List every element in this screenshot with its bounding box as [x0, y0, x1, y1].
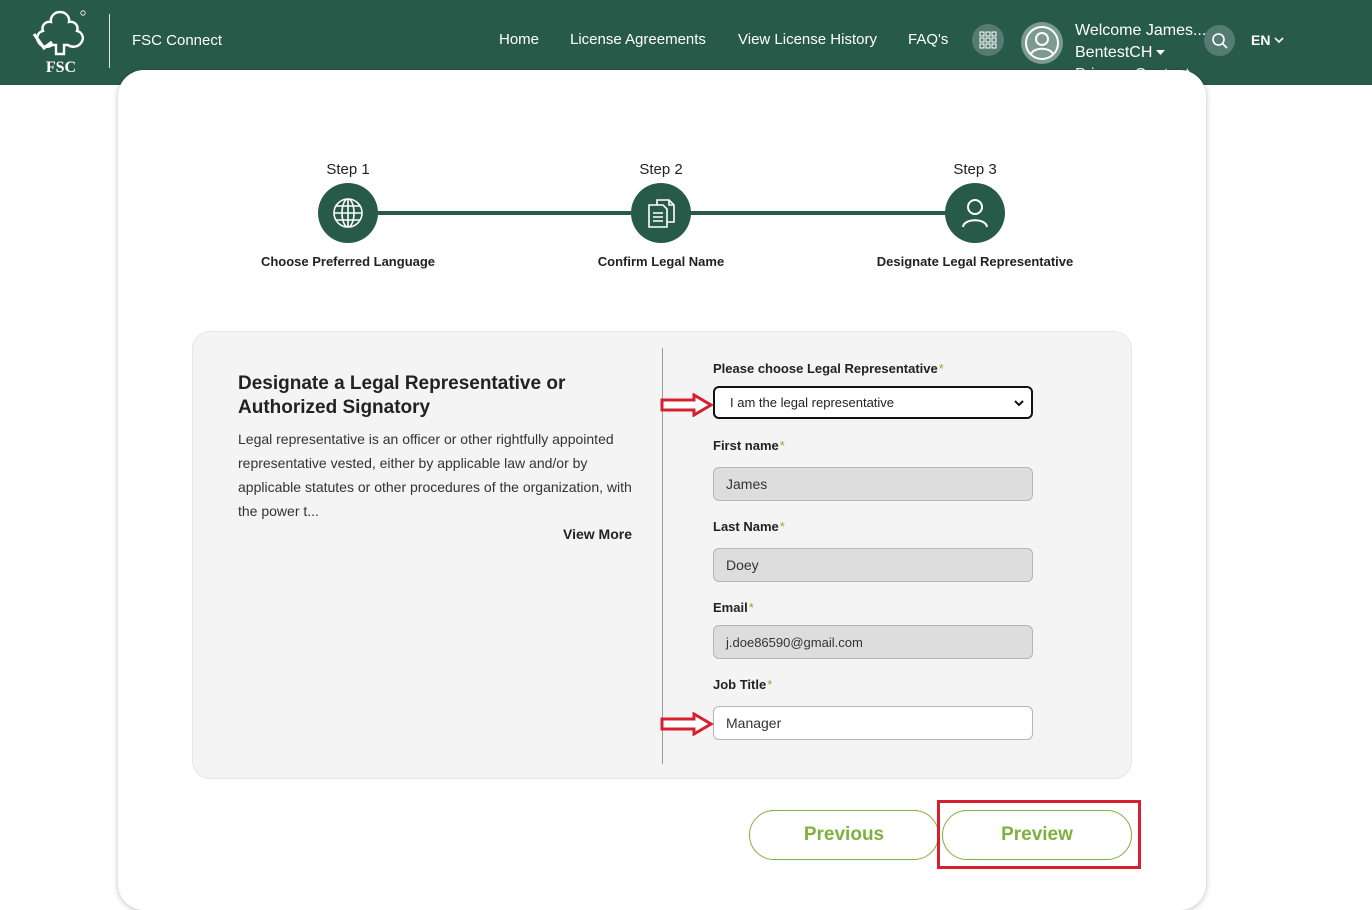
chevron-down-icon — [1014, 400, 1024, 407]
app-title[interactable]: FSC Connect — [132, 32, 222, 49]
step-1-circle[interactable] — [318, 183, 378, 243]
user-org-dropdown[interactable]: BentestCH — [1075, 44, 1166, 62]
first-name-field[interactable]: James — [713, 467, 1033, 501]
email-label: Email* — [713, 600, 754, 615]
legal-rep-value: I am the legal representative — [730, 395, 895, 410]
step-3-title: Designate Legal Representative — [876, 254, 1074, 269]
legal-rep-label: Please choose Legal Representative* — [713, 361, 944, 376]
caret-down-icon — [1156, 50, 1166, 55]
required-marker: * — [779, 438, 785, 453]
previous-button[interactable]: Previous — [749, 810, 939, 860]
language-selector[interactable]: EN — [1251, 32, 1285, 48]
document-icon — [648, 199, 675, 228]
search-button[interactable] — [1204, 25, 1235, 56]
job-title-label: Job Title* — [713, 677, 773, 692]
language-code: EN — [1251, 32, 1271, 48]
search-icon — [1211, 32, 1228, 49]
step-2-circle[interactable] — [631, 183, 691, 243]
annotation-arrow-icon — [660, 712, 714, 736]
fsc-logo[interactable]: FSC — [30, 8, 92, 76]
fsc-logo-text: FSC — [46, 59, 76, 74]
first-name-label: First name* — [713, 438, 785, 453]
step-1-title: Choose Preferred Language — [260, 254, 436, 269]
chevron-down-icon — [1274, 36, 1285, 43]
panel-description: Legal representative is an officer or ot… — [238, 431, 632, 519]
step-3-circle[interactable] — [945, 183, 1005, 243]
annotation-arrow-icon — [660, 393, 714, 417]
required-marker: * — [767, 677, 773, 692]
step-2-label: Step 2 — [639, 161, 683, 178]
step-connector-2 — [690, 211, 945, 215]
nav-faqs[interactable]: FAQ's — [908, 31, 948, 48]
view-more-link[interactable]: View More — [540, 526, 632, 542]
email-field[interactable]: j.doe86590@gmail.com — [713, 625, 1033, 659]
nav-license-agreements[interactable]: License Agreements — [570, 31, 706, 48]
job-title-input[interactable]: Manager — [713, 706, 1033, 740]
apps-grid-button[interactable] — [972, 24, 1004, 56]
globe-icon — [333, 198, 363, 228]
last-name-label: Last Name* — [713, 519, 785, 534]
annotation-highlight-box — [937, 800, 1141, 869]
required-marker: * — [748, 600, 754, 615]
legal-rep-select[interactable]: I am the legal representative — [713, 386, 1033, 419]
step-3-label: Step 3 — [953, 161, 997, 178]
nav-home[interactable]: Home — [499, 31, 539, 48]
logo-divider — [109, 14, 110, 68]
panel-heading: Designate a Legal Representative or Auth… — [238, 373, 566, 418]
step-1-label: Step 1 — [326, 161, 370, 178]
user-welcome: Welcome James... — [1075, 22, 1207, 39]
nav-view-license-history[interactable]: View License History — [738, 31, 877, 48]
grid-icon — [979, 31, 997, 49]
required-marker: * — [938, 361, 944, 376]
step-connector-1 — [378, 211, 631, 215]
required-marker: * — [779, 519, 785, 534]
last-name-field[interactable]: Doey — [713, 548, 1033, 582]
person-icon — [962, 199, 988, 228]
step-2-title: Confirm Legal Name — [597, 254, 725, 269]
user-org: BentestCH — [1075, 44, 1153, 61]
